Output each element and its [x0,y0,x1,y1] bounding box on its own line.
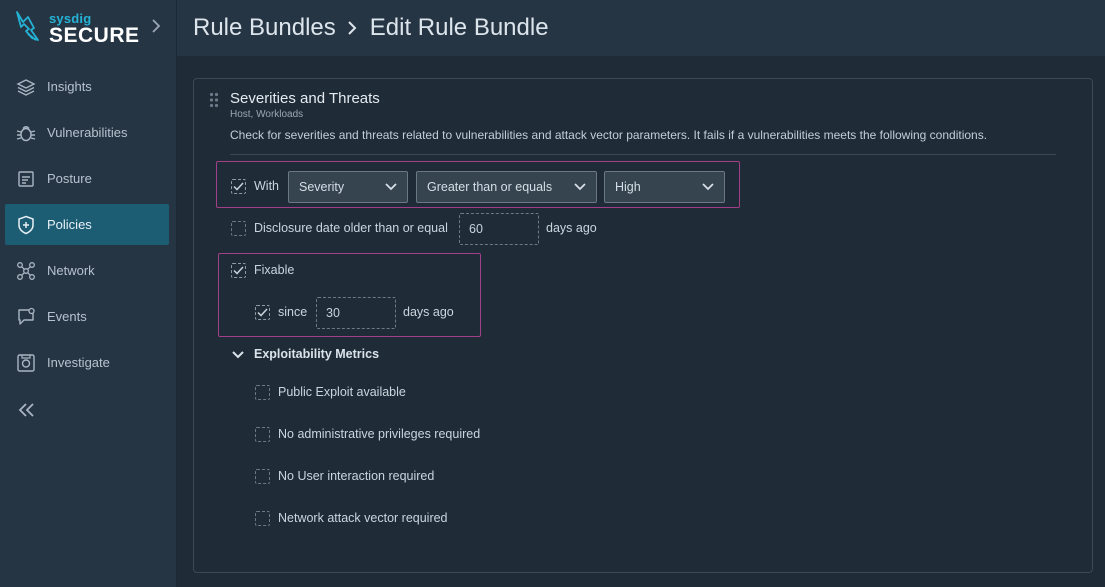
chevron-down-icon [385,183,397,191]
sidebar-item-network[interactable]: Network [5,250,169,291]
public-exploit-label: Public Exploit available [278,385,406,399]
check-icon [233,266,244,275]
divider [230,154,1056,155]
sidebar-item-insights[interactable]: Insights [5,66,169,107]
drag-handle-icon[interactable] [209,92,219,108]
chevron-down-icon [574,183,586,191]
sidebar-item-label: Policies [47,217,92,232]
sidebar: sysdig SECURE Insights Vulnerabilities P… [0,0,177,587]
no-user-interaction-label: No User interaction required [278,469,435,483]
sidebar-item-posture[interactable]: Posture [5,158,169,199]
shield-icon [16,215,36,235]
select-value: Greater than or equals [427,180,553,194]
brand-name-bottom: SECURE [49,24,140,47]
exploitability-title[interactable]: Exploitability Metrics [254,347,379,361]
page-title: Edit Rule Bundle [369,14,549,41]
chevron-down-icon[interactable] [231,350,245,360]
breadcrumb: Rule Bundles Edit Rule Bundle [177,0,1105,57]
disclosure-days-input[interactable] [459,213,539,245]
collapse-sidebar-button[interactable] [17,400,37,420]
check-icon [233,182,244,191]
fixable-since-label: since [278,305,308,319]
sidebar-item-label: Insights [47,79,92,94]
fixable-since-suffix: days ago [403,305,454,319]
operator-select[interactable]: Greater than or equals [416,171,597,203]
severity-value-select[interactable]: High [604,171,725,203]
no-admin-privileges-checkbox[interactable] [255,427,270,442]
main-content: Severities and Threats Host, Workloads C… [177,57,1105,587]
card-title: Severities and Threats [230,90,380,107]
select-value: Severity [299,180,345,194]
sidebar-item-label: Posture [47,171,92,186]
sysdig-logo-icon [16,11,39,41]
brand-logo[interactable]: sysdig SECURE [14,10,174,50]
card-subtitle: Host, Workloads [230,109,304,120]
no-user-interaction-checkbox[interactable] [255,469,270,484]
no-admin-privileges-label: No administrative privileges required [278,427,481,441]
public-exploit-checkbox[interactable] [255,385,270,400]
fixable-checkbox[interactable] [231,263,246,278]
sidebar-item-label: Vulnerabilities [47,125,128,140]
with-checkbox[interactable] [231,179,246,194]
fixable-since-checkbox[interactable] [255,305,270,320]
app-root: sysdig SECURE Insights Vulnerabilities P… [0,0,1105,587]
sidebar-item-label: Network [47,263,95,278]
sidebar-item-vulnerabilities[interactable]: Vulnerabilities [5,112,169,153]
sidebar-item-policies[interactable]: Policies [5,204,169,245]
select-value: High [615,180,641,194]
network-attack-vector-checkbox[interactable] [255,511,270,526]
rule-card-severities-threats: Severities and Threats Host, Workloads C… [193,78,1093,573]
severity-field-select[interactable]: Severity [288,171,408,203]
disclosure-label: Disclosure date older than or equal [254,221,448,235]
disclosure-checkbox[interactable] [231,221,246,236]
breadcrumb-parent-link[interactable]: Rule Bundles [193,14,336,42]
disclosure-suffix: days ago [546,221,597,235]
check-icon [257,308,268,317]
clipboard-icon [16,169,36,189]
with-label: With [254,179,279,193]
sidebar-item-investigate[interactable]: Investigate [5,342,169,383]
fixable-since-days-input[interactable] [316,297,396,329]
network-icon [16,261,36,281]
chevron-down-icon [702,183,714,191]
camera-icon [16,353,36,373]
sidebar-item-label: Investigate [47,355,110,370]
chevron-right-icon [346,20,358,36]
layers-icon [16,77,36,97]
chevron-right-icon[interactable] [150,19,162,33]
bug-icon [16,123,36,143]
chat-icon [16,307,36,327]
network-attack-vector-label: Network attack vector required [278,511,448,525]
sidebar-item-events[interactable]: Events [5,296,169,337]
fixable-label: Fixable [254,263,295,277]
card-description: Check for severities and threats related… [230,128,988,142]
sidebar-item-label: Events [47,309,87,324]
double-chevron-left-icon [18,403,34,417]
